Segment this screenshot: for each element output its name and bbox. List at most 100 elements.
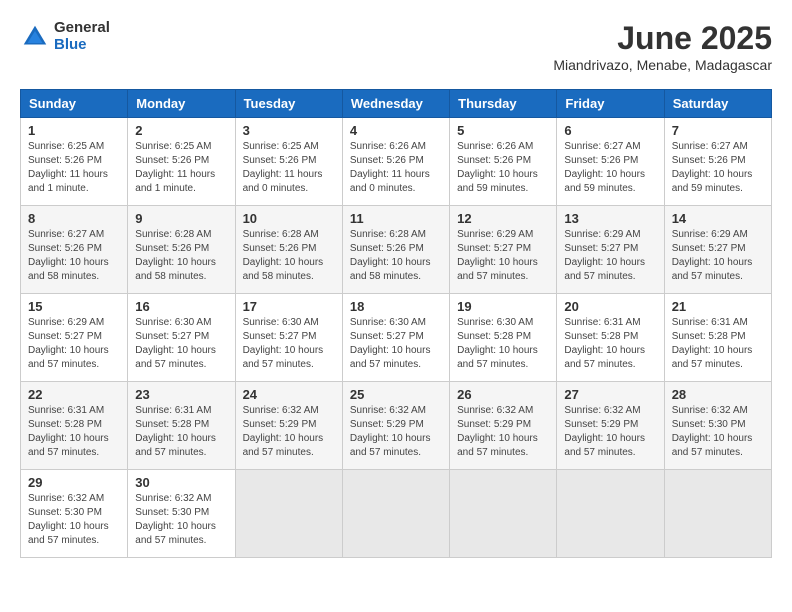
page-header: General Blue June 2025 Miandrivazo, Mena… <box>20 20 772 73</box>
day-number: 16 <box>135 299 227 314</box>
location-subtitle: Miandrivazo, Menabe, Madagascar <box>553 57 772 73</box>
calendar-cell: 10 Sunrise: 6:28 AM Sunset: 5:26 PM Dayli… <box>235 206 342 294</box>
day-info: Sunrise: 6:30 AM Sunset: 5:28 PM Dayligh… <box>457 316 549 372</box>
day-number: 12 <box>457 211 549 226</box>
day-number: 1 <box>28 123 120 138</box>
calendar-cell <box>664 470 771 558</box>
calendar-cell: 29 Sunrise: 6:32 AM Sunset: 5:30 PM Dayli… <box>21 470 128 558</box>
day-info: Sunrise: 6:32 AM Sunset: 5:30 PM Dayligh… <box>672 404 764 460</box>
day-number: 28 <box>672 387 764 402</box>
calendar-cell: 22 Sunrise: 6:31 AM Sunset: 5:28 PM Dayli… <box>21 382 128 470</box>
day-number: 23 <box>135 387 227 402</box>
calendar-cell: 21Sunrise: 6:31 AM Sunset: 5:28 PM Dayli… <box>664 294 771 382</box>
calendar-cell: 30 Sunrise: 6:32 AM Sunset: 5:30 PM Dayli… <box>128 470 235 558</box>
day-info: Sunrise: 6:30 AM Sunset: 5:27 PM Dayligh… <box>350 316 442 372</box>
calendar-cell: 3 Sunrise: 6:25 AM Sunset: 5:26 PM Daylig… <box>235 118 342 206</box>
day-info: Sunrise: 6:31 AM Sunset: 5:28 PM Dayligh… <box>564 316 656 372</box>
day-number: 26 <box>457 387 549 402</box>
day-info: Sunrise: 6:31 AM Sunset: 5:28 PM Dayligh… <box>135 404 227 460</box>
calendar-cell: 14 Sunrise: 6:29 AM Sunset: 5:27 PM Dayli… <box>664 206 771 294</box>
day-info: Sunrise: 6:27 AM Sunset: 5:26 PM Dayligh… <box>564 140 656 196</box>
calendar-cell: 27 Sunrise: 6:32 AM Sunset: 5:29 PM Dayli… <box>557 382 664 470</box>
day-number: 30 <box>135 475 227 490</box>
calendar-cell: 15Sunrise: 6:29 AM Sunset: 5:27 PM Dayli… <box>21 294 128 382</box>
day-number: 2 <box>135 123 227 138</box>
calendar-cell: 28 Sunrise: 6:32 AM Sunset: 5:30 PM Dayli… <box>664 382 771 470</box>
calendar-cell: 6 Sunrise: 6:27 AM Sunset: 5:26 PM Daylig… <box>557 118 664 206</box>
day-number: 25 <box>350 387 442 402</box>
week-row-1: 1 Sunrise: 6:25 AM Sunset: 5:26 PM Daylig… <box>21 118 772 206</box>
day-number: 3 <box>243 123 335 138</box>
day-info: Sunrise: 6:32 AM Sunset: 5:29 PM Dayligh… <box>350 404 442 460</box>
calendar-cell: 11Sunrise: 6:28 AM Sunset: 5:26 PM Dayli… <box>342 206 449 294</box>
day-info: Sunrise: 6:29 AM Sunset: 5:27 PM Dayligh… <box>457 228 549 284</box>
column-header-saturday: Saturday <box>664 90 771 118</box>
day-info: Sunrise: 6:32 AM Sunset: 5:30 PM Dayligh… <box>135 492 227 548</box>
calendar-cell <box>342 470 449 558</box>
day-info: Sunrise: 6:25 AM Sunset: 5:26 PM Dayligh… <box>243 140 335 196</box>
day-number: 20 <box>564 299 656 314</box>
calendar-cell: 2Sunrise: 6:25 AM Sunset: 5:26 PM Daylig… <box>128 118 235 206</box>
week-row-2: 8 Sunrise: 6:27 AM Sunset: 5:26 PM Daylig… <box>21 206 772 294</box>
day-info: Sunrise: 6:32 AM Sunset: 5:29 PM Dayligh… <box>564 404 656 460</box>
day-number: 22 <box>28 387 120 402</box>
calendar-cell: 18Sunrise: 6:30 AM Sunset: 5:27 PM Dayli… <box>342 294 449 382</box>
day-number: 7 <box>672 123 764 138</box>
day-number: 4 <box>350 123 442 138</box>
calendar-header-row: SundayMondayTuesdayWednesdayThursdayFrid… <box>21 90 772 118</box>
day-number: 13 <box>564 211 656 226</box>
calendar-cell: 9 Sunrise: 6:28 AM Sunset: 5:26 PM Daylig… <box>128 206 235 294</box>
day-info: Sunrise: 6:25 AM Sunset: 5:26 PM Dayligh… <box>28 140 120 196</box>
column-header-friday: Friday <box>557 90 664 118</box>
day-number: 6 <box>564 123 656 138</box>
calendar-cell: 19Sunrise: 6:30 AM Sunset: 5:28 PM Dayli… <box>450 294 557 382</box>
calendar-cell <box>450 470 557 558</box>
calendar-cell: 4 Sunrise: 6:26 AM Sunset: 5:26 PM Daylig… <box>342 118 449 206</box>
day-info: Sunrise: 6:30 AM Sunset: 5:27 PM Dayligh… <box>243 316 335 372</box>
calendar-cell: 5 Sunrise: 6:26 AM Sunset: 5:26 PM Daylig… <box>450 118 557 206</box>
day-number: 8 <box>28 211 120 226</box>
column-header-thursday: Thursday <box>450 90 557 118</box>
day-info: Sunrise: 6:27 AM Sunset: 5:26 PM Dayligh… <box>28 228 120 284</box>
logo-icon <box>20 22 50 52</box>
day-info: Sunrise: 6:29 AM Sunset: 5:27 PM Dayligh… <box>28 316 120 372</box>
column-header-sunday: Sunday <box>21 90 128 118</box>
calendar-cell <box>235 470 342 558</box>
month-title: June 2025 <box>553 20 772 57</box>
day-info: Sunrise: 6:27 AM Sunset: 5:26 PM Dayligh… <box>672 140 764 196</box>
column-header-wednesday: Wednesday <box>342 90 449 118</box>
day-number: 5 <box>457 123 549 138</box>
calendar-cell: 16 Sunrise: 6:30 AM Sunset: 5:27 PM Dayli… <box>128 294 235 382</box>
day-info: Sunrise: 6:26 AM Sunset: 5:26 PM Dayligh… <box>457 140 549 196</box>
week-row-4: 22 Sunrise: 6:31 AM Sunset: 5:28 PM Dayli… <box>21 382 772 470</box>
day-info: Sunrise: 6:31 AM Sunset: 5:28 PM Dayligh… <box>28 404 120 460</box>
day-number: 29 <box>28 475 120 490</box>
day-info: Sunrise: 6:28 AM Sunset: 5:26 PM Dayligh… <box>243 228 335 284</box>
calendar-cell: 24Sunrise: 6:32 AM Sunset: 5:29 PM Dayli… <box>235 382 342 470</box>
calendar-cell: 26 Sunrise: 6:32 AM Sunset: 5:29 PM Dayli… <box>450 382 557 470</box>
day-info: Sunrise: 6:26 AM Sunset: 5:26 PM Dayligh… <box>350 140 442 196</box>
day-number: 10 <box>243 211 335 226</box>
calendar-cell: 17 Sunrise: 6:30 AM Sunset: 5:27 PM Dayli… <box>235 294 342 382</box>
day-info: Sunrise: 6:29 AM Sunset: 5:27 PM Dayligh… <box>672 228 764 284</box>
title-block: June 2025 Miandrivazo, Menabe, Madagasca… <box>553 20 772 73</box>
calendar-cell: 13 Sunrise: 6:29 AM Sunset: 5:27 PM Dayli… <box>557 206 664 294</box>
day-number: 17 <box>243 299 335 314</box>
calendar-cell: 25 Sunrise: 6:32 AM Sunset: 5:29 PM Dayli… <box>342 382 449 470</box>
calendar-cell <box>557 470 664 558</box>
day-number: 9 <box>135 211 227 226</box>
day-info: Sunrise: 6:32 AM Sunset: 5:30 PM Dayligh… <box>28 492 120 548</box>
calendar-table: SundayMondayTuesdayWednesdayThursdayFrid… <box>20 89 772 558</box>
calendar-cell: 1 Sunrise: 6:25 AM Sunset: 5:26 PM Daylig… <box>21 118 128 206</box>
day-info: Sunrise: 6:32 AM Sunset: 5:29 PM Dayligh… <box>457 404 549 460</box>
day-info: Sunrise: 6:29 AM Sunset: 5:27 PM Dayligh… <box>564 228 656 284</box>
day-number: 27 <box>564 387 656 402</box>
logo: General Blue <box>20 20 110 53</box>
logo-blue-text: Blue <box>54 37 110 54</box>
day-info: Sunrise: 6:28 AM Sunset: 5:26 PM Dayligh… <box>135 228 227 284</box>
day-info: Sunrise: 6:30 AM Sunset: 5:27 PM Dayligh… <box>135 316 227 372</box>
logo-general-text: General <box>54 20 110 37</box>
day-number: 14 <box>672 211 764 226</box>
logo-text: General Blue <box>54 20 110 53</box>
calendar-cell: 7 Sunrise: 6:27 AM Sunset: 5:26 PM Daylig… <box>664 118 771 206</box>
